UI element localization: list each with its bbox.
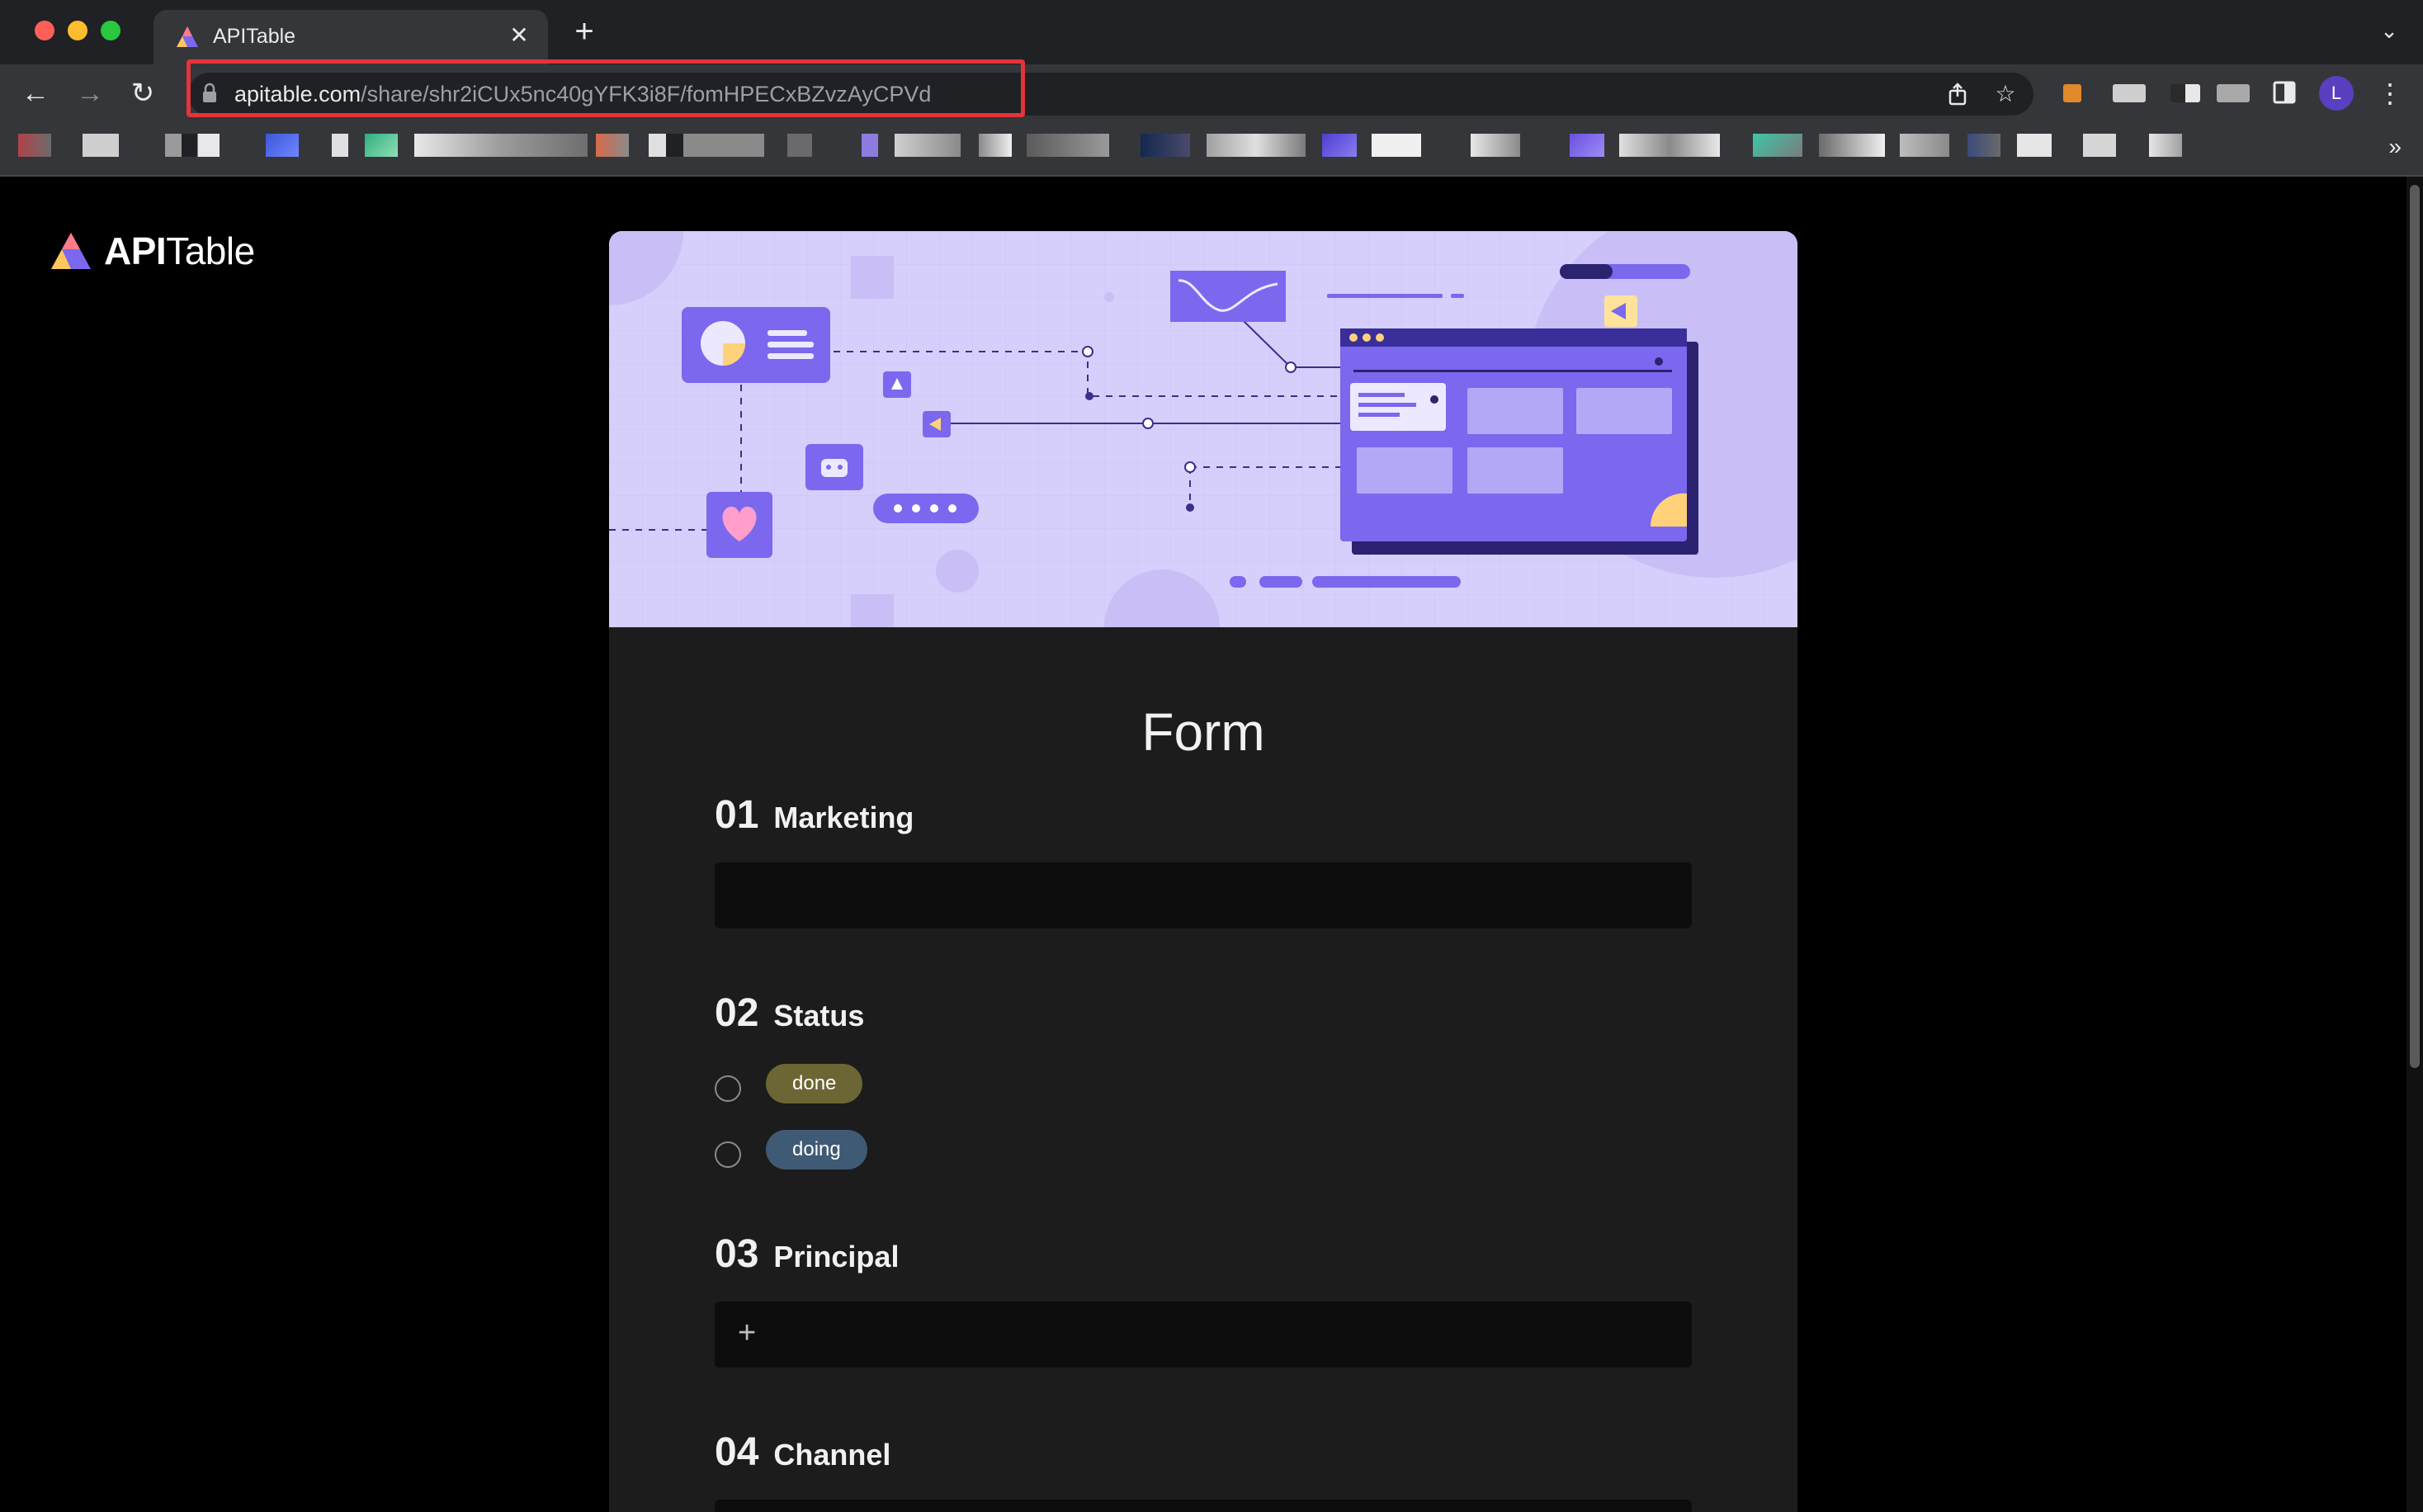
bookmark-item[interactable]: [1027, 134, 1109, 157]
add-member-icon[interactable]: +: [738, 1316, 756, 1349]
field-name: Marketing: [773, 801, 914, 834]
bookmarks-bar: »: [0, 122, 2423, 177]
bookmark-item[interactable]: [895, 134, 961, 157]
field-label: 01 Marketing: [715, 792, 1692, 838]
field-name: Principal: [773, 1240, 900, 1273]
field-channel: 04 Channel: [715, 1429, 1692, 1512]
maximize-window-button[interactable]: [101, 21, 120, 40]
form-title: Form: [1141, 702, 1265, 762]
tab-apitable[interactable]: APITable ✕: [154, 10, 548, 64]
field-label: 02 Status: [715, 990, 1692, 1036]
field-label: 03 Principal: [715, 1231, 1692, 1277]
status-option-doing[interactable]: doing: [715, 1120, 1692, 1186]
radio-button[interactable]: [715, 1075, 741, 1102]
bookmark-item[interactable]: [1471, 134, 1520, 157]
field-status: 02 Status done doing: [715, 990, 1692, 1186]
marketing-input[interactable]: [715, 862, 1692, 928]
extension-icon[interactable]: [2063, 84, 2081, 102]
page-scrollbar[interactable]: [2406, 177, 2423, 1512]
star-icon[interactable]: ☆: [1992, 81, 2019, 107]
apitable-favicon-icon: [177, 26, 198, 47]
bookmark-item[interactable]: [365, 134, 398, 157]
page-content: APITable Form 01 Marketing 02 Status don…: [0, 177, 2423, 1512]
field-label: 04 Channel: [715, 1429, 1692, 1475]
bookmarks-overflow-button[interactable]: »: [2388, 134, 2402, 160]
channel-input[interactable]: [715, 1500, 1692, 1512]
reload-button[interactable]: ↻: [125, 76, 160, 111]
minimize-window-button[interactable]: [68, 21, 87, 40]
field-number: 01: [715, 793, 759, 837]
bookmark-item[interactable]: [979, 134, 1012, 157]
bookmark-item[interactable]: [414, 134, 588, 157]
share-icon[interactable]: [1944, 81, 1971, 107]
scrollbar-thumb[interactable]: [2410, 185, 2420, 1068]
status-tag: done: [766, 1064, 863, 1103]
bookmark-item[interactable]: [596, 134, 629, 157]
tab-strip: APITable ✕ + ⌄: [0, 0, 2423, 64]
bookmark-item[interactable]: [1900, 134, 1949, 157]
principal-picker[interactable]: +: [715, 1302, 1692, 1368]
bookmark-item[interactable]: [1819, 134, 1885, 157]
side-panel-icon[interactable]: [2273, 81, 2296, 104]
bookmark-item[interactable]: [1967, 134, 2000, 157]
apitable-logo-icon: [51, 233, 91, 269]
bookmark-item[interactable]: [1570, 134, 1604, 157]
tab-title: APITable: [213, 25, 296, 48]
bookmark-item[interactable]: [18, 134, 51, 157]
status-tag: doing: [766, 1130, 867, 1169]
url-highlight-box: [187, 59, 1025, 117]
kebab-menu-icon[interactable]: ⋮: [2375, 76, 2405, 111]
field-name: Channel: [773, 1438, 891, 1472]
bookmark-item[interactable]: [649, 134, 764, 157]
bookmark-item[interactable]: [1322, 134, 1357, 157]
status-option-done[interactable]: done: [715, 1054, 1692, 1120]
logo-text-regular: Table: [166, 229, 255, 272]
form-cover-illustration: [609, 231, 1797, 627]
field-marketing: 01 Marketing: [715, 792, 1692, 928]
bookmark-item[interactable]: [165, 134, 220, 157]
bookmark-item[interactable]: [1753, 134, 1802, 157]
bookmark-item[interactable]: [787, 134, 812, 157]
new-tab-button[interactable]: +: [568, 15, 601, 48]
bookmark-item[interactable]: [83, 134, 119, 157]
forward-button[interactable]: →: [73, 76, 107, 111]
back-button[interactable]: ←: [18, 76, 53, 111]
browser-toolbar: ← → ↻ apitable.com/share/shr2iCUx5nc40gY…: [0, 59, 2423, 122]
bookmark-item[interactable]: [2083, 134, 2116, 157]
field-number: 03: [715, 1232, 759, 1276]
bookmark-item[interactable]: [1372, 134, 1421, 157]
bookmark-item[interactable]: [2149, 134, 2182, 157]
bookmark-item[interactable]: [1619, 134, 1720, 157]
logo-text-bold: API: [104, 229, 167, 272]
close-window-button[interactable]: [35, 21, 54, 40]
field-principal: 03 Principal +: [715, 1231, 1692, 1368]
close-tab-icon[interactable]: ✕: [505, 21, 533, 50]
bookmark-item[interactable]: [266, 134, 299, 157]
apitable-logo[interactable]: APITable: [50, 228, 255, 274]
extension-icon[interactable]: [2217, 84, 2250, 102]
browser-chrome: APITable ✕ + ⌄ ← → ↻ apitable.com/share/…: [0, 0, 2423, 177]
bookmark-item[interactable]: [1207, 134, 1306, 157]
logo-text: APITable: [104, 229, 255, 273]
field-name: Status: [773, 999, 865, 1032]
field-number: 02: [715, 991, 759, 1035]
form-card: Form 01 Marketing 02 Status done doing 0…: [609, 231, 1797, 1512]
status-options: done doing: [715, 1054, 1692, 1186]
chevron-down-icon[interactable]: ⌄: [2375, 18, 2403, 46]
profile-avatar[interactable]: L: [2319, 76, 2354, 111]
bookmark-item[interactable]: [2017, 134, 2052, 157]
bookmark-item[interactable]: [862, 134, 878, 157]
bookmark-item[interactable]: [332, 134, 348, 157]
extension-icon[interactable]: [2170, 84, 2200, 102]
bookmark-item[interactable]: [1141, 134, 1190, 157]
extension-icon[interactable]: [2113, 84, 2146, 102]
field-number: 04: [715, 1430, 759, 1474]
radio-button[interactable]: [715, 1141, 741, 1168]
